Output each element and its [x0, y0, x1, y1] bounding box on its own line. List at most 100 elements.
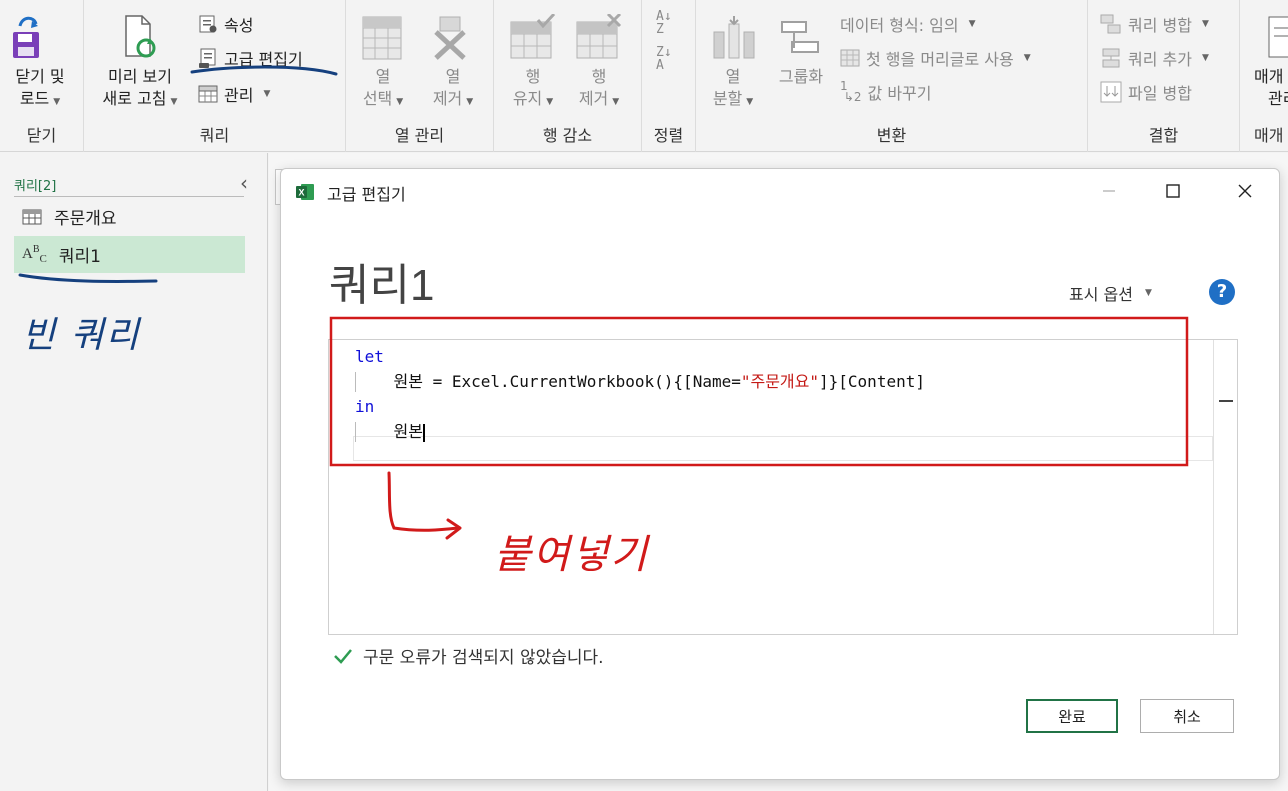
annotation-blank-query-text: 빈 쿼리 — [22, 315, 141, 356]
append-queries-button[interactable]: 쿼리 추가 ▼ — [1100, 46, 1209, 70]
close-icon — [1238, 184, 1252, 198]
refresh-preview-label-2: 새로 고침 ▼ — [102, 89, 178, 108]
close-button[interactable] — [1225, 175, 1265, 207]
combine-files-label: 파일 병합 — [1128, 84, 1192, 103]
group-by-button[interactable]: 그룹화 — [770, 66, 832, 88]
queries-pane: 쿼리[2] ‹ 주문개요 ABC 쿼리1 — [0, 153, 268, 791]
checkmark-icon — [334, 648, 352, 664]
group-label-manage-columns: 열 관리 — [394, 126, 445, 145]
close-and-load-icon — [13, 16, 39, 58]
properties-button[interactable]: 속성 — [198, 12, 253, 36]
split-column-button[interactable]: 열 분할 ▼ — [702, 66, 764, 113]
use-first-row-header-button[interactable]: 첫 행을 머리글로 사용 ▼ — [840, 46, 1031, 70]
manage-label: 관리 — [224, 86, 254, 105]
code-line: let — [355, 344, 925, 369]
done-button[interactable]: 완료 — [1026, 699, 1118, 733]
sort-ascending-button[interactable]: A↓ Z — [656, 10, 672, 36]
query-item-label: 주문개요 — [54, 209, 117, 229]
choose-columns-icon — [362, 16, 402, 60]
advanced-editor-icon — [199, 48, 216, 68]
code-content: let 원본 = Excel.CurrentWorkbook(){[Name="… — [355, 344, 925, 444]
scrollbar-thumb[interactable] — [1219, 400, 1233, 402]
keep-rows-button[interactable]: 행 유지 ▼ — [502, 66, 564, 113]
query-item-order-summary[interactable]: 주문개요 — [14, 198, 245, 235]
help-icon[interactable]: ? — [1209, 279, 1235, 305]
group-by-label: 그룹화 — [778, 67, 824, 86]
advanced-editor-dialog: X 고급 편집기 쿼리1 표시 옵션 ▼ ? let 원본 = Excel.Cu… — [280, 168, 1280, 780]
data-type-dropdown[interactable]: 데이터 형식: 임의 ▼ — [840, 12, 976, 36]
group-label-sort: 정렬 — [653, 126, 684, 145]
indent-guide — [355, 372, 356, 392]
advanced-editor-button[interactable]: 고급 편집기 — [198, 46, 303, 70]
replace-values-label: 값 바꾸기 — [867, 84, 932, 103]
ribbon-group-transform: 열 분할 ▼ 그룹화 데이터 형식: 임의 ▼ 첫 행을 머리글로 사용 ▼ 1 … — [696, 0, 1088, 152]
ribbon-group-query: 미리 보기 새로 고침 ▼ 속성 고급 편집기 관리 ▼ 쿼리 — [84, 0, 346, 152]
group-label-transform: 변환 — [876, 126, 907, 145]
remove-rows-icon — [576, 14, 622, 59]
code-text: 원본 = Excel.CurrentWorkbook(){[Name= — [355, 372, 741, 391]
properties-icon — [199, 15, 217, 33]
chevron-down-icon: ▼ — [170, 97, 178, 107]
code-text: ]}[Content] — [819, 372, 925, 391]
manage-button[interactable]: 관리 ▼ — [198, 82, 270, 106]
append-queries-label: 쿼리 추가 — [1128, 50, 1192, 69]
merge-queries-label: 쿼리 병합 — [1128, 16, 1192, 35]
replace-values-button[interactable]: 1 ↳2 값 바꾸기 — [840, 80, 931, 104]
chevron-down-icon: ▼ — [1201, 19, 1209, 29]
code-text: 원본 — [355, 422, 423, 441]
syntax-status-text: 구문 오류가 검색되지 않았습니다. — [363, 648, 604, 668]
close-load-label-2: 로드 ▼ — [19, 89, 61, 108]
keyword-in: in — [355, 397, 375, 416]
properties-label: 속성 — [224, 16, 254, 35]
group-label-query: 쿼리 — [199, 126, 230, 145]
keep-rows-label-1: 행 — [525, 67, 541, 86]
collapse-pane-icon[interactable]: ‹ — [240, 171, 248, 195]
minimize-button[interactable] — [1089, 175, 1129, 207]
parameters-icon — [1268, 16, 1288, 58]
chevron-down-icon: ▼ — [1023, 53, 1031, 63]
choose-columns-label-2: 선택 ▼ — [362, 89, 404, 108]
append-queries-icon — [1102, 48, 1120, 68]
refresh-preview-label-1: 미리 보기 — [108, 67, 172, 86]
group-label-reduce-rows: 행 감소 — [542, 126, 593, 145]
refresh-preview-button[interactable]: 미리 보기 새로 고침 ▼ — [90, 66, 190, 113]
manage-parameters-label-1: 매개 — [1254, 67, 1284, 86]
data-type-label: 데이터 형식: 임의 — [840, 16, 959, 35]
chevron-down-icon: ▼ — [612, 97, 620, 107]
minimize-icon — [1103, 190, 1115, 192]
queries-pane-divider — [14, 196, 244, 197]
chevron-down-icon: ▼ — [1201, 53, 1209, 63]
ribbon: 닫기 및 로드 ▼ 닫기 미리 보기 새로 고침 ▼ 속성 고급 편집기 관리 ▼ — [0, 0, 1288, 152]
sort-descending-icon: Z↓ A — [656, 45, 672, 73]
remove-columns-label-2: 제거 ▼ — [432, 89, 474, 108]
ribbon-group-close: 닫기 및 로드 ▼ 닫기 — [0, 0, 84, 152]
display-options-label: 표시 옵션 — [1069, 285, 1133, 304]
query-item-query1[interactable]: ABC 쿼리1 — [14, 236, 245, 273]
display-options-dropdown[interactable]: 표시 옵션 ▼ — [1069, 281, 1152, 305]
code-line: 원본 = Excel.CurrentWorkbook(){[Name="주문개요… — [355, 369, 925, 394]
sort-descending-button[interactable]: Z↓ A — [656, 46, 672, 72]
manage-table-icon — [198, 85, 218, 103]
replace-values-icon: 1 ↳2 — [840, 79, 862, 104]
remove-columns-button[interactable]: 열 제거 ▼ — [422, 66, 484, 113]
editor-scrollbar[interactable] — [1213, 340, 1237, 634]
choose-columns-button[interactable]: 열 선택 ▼ — [352, 66, 414, 113]
close-load-label-1: 닫기 및 — [15, 67, 65, 86]
remove-rows-button[interactable]: 행 제거 ▼ — [568, 66, 630, 113]
keyword-let: let — [355, 347, 384, 366]
merge-queries-button[interactable]: 쿼리 병합 ▼ — [1100, 12, 1209, 36]
sort-ascending-icon: A↓ Z — [656, 9, 672, 37]
chevron-down-icon: ▼ — [546, 97, 554, 107]
maximize-button[interactable] — [1153, 175, 1193, 207]
combine-files-button[interactable]: 파일 병합 — [1100, 80, 1192, 104]
manage-parameters-button[interactable]: 매개 관리 — [1254, 66, 1288, 110]
manage-parameters-label-2: 관리 — [1268, 89, 1288, 108]
close-load-button[interactable]: 닫기 및 로드 ▼ — [4, 66, 76, 113]
group-by-icon — [781, 21, 819, 53]
keep-rows-label-2: 유지 ▼ — [512, 89, 554, 108]
code-editor[interactable]: let 원본 = Excel.CurrentWorkbook(){[Name="… — [328, 339, 1238, 635]
advanced-editor-label: 고급 편집기 — [224, 50, 303, 69]
ribbon-group-parameters: 매개 관리 매개 — [1240, 0, 1288, 152]
cancel-button[interactable]: 취소 — [1140, 699, 1234, 733]
split-column-label-1: 열 — [725, 67, 741, 86]
